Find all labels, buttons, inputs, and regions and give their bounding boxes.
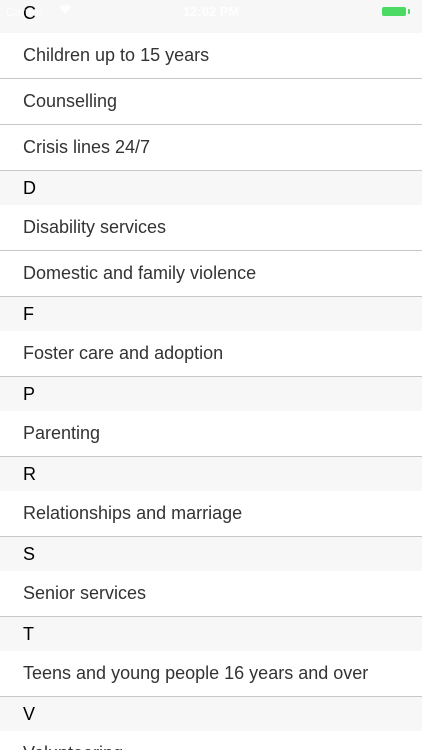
section-header-v: V [0, 697, 422, 731]
section-header-p: P [0, 377, 422, 411]
list-item-volunteering[interactable]: Volunteering [0, 731, 422, 750]
list-item-crisis-lines[interactable]: Crisis lines 24/7 [0, 125, 422, 171]
list-item-domestic-violence[interactable]: Domestic and family violence [0, 251, 422, 297]
section-header-f: F [0, 297, 422, 331]
section-header-d: D [0, 171, 422, 205]
list-item-children[interactable]: Children up to 15 years [0, 33, 422, 79]
category-list[interactable]: C Children up to 15 years Counselling Cr… [0, 0, 422, 750]
list-item-parenting[interactable]: Parenting [0, 411, 422, 457]
screen: Carrier 12:02 PM C Children up to 15 yea… [0, 0, 422, 750]
list-item-counselling[interactable]: Counselling [0, 79, 422, 125]
section-header-c: C [0, 0, 422, 33]
list-item-relationships[interactable]: Relationships and marriage [0, 491, 422, 537]
section-header-s: S [0, 537, 422, 571]
list-item-disability[interactable]: Disability services [0, 205, 422, 251]
list-item-foster-care[interactable]: Foster care and adoption [0, 331, 422, 377]
section-header-r: R [0, 457, 422, 491]
section-header-t: T [0, 617, 422, 651]
list-item-teens[interactable]: Teens and young people 16 years and over [0, 651, 422, 697]
list-item-senior-services[interactable]: Senior services [0, 571, 422, 617]
